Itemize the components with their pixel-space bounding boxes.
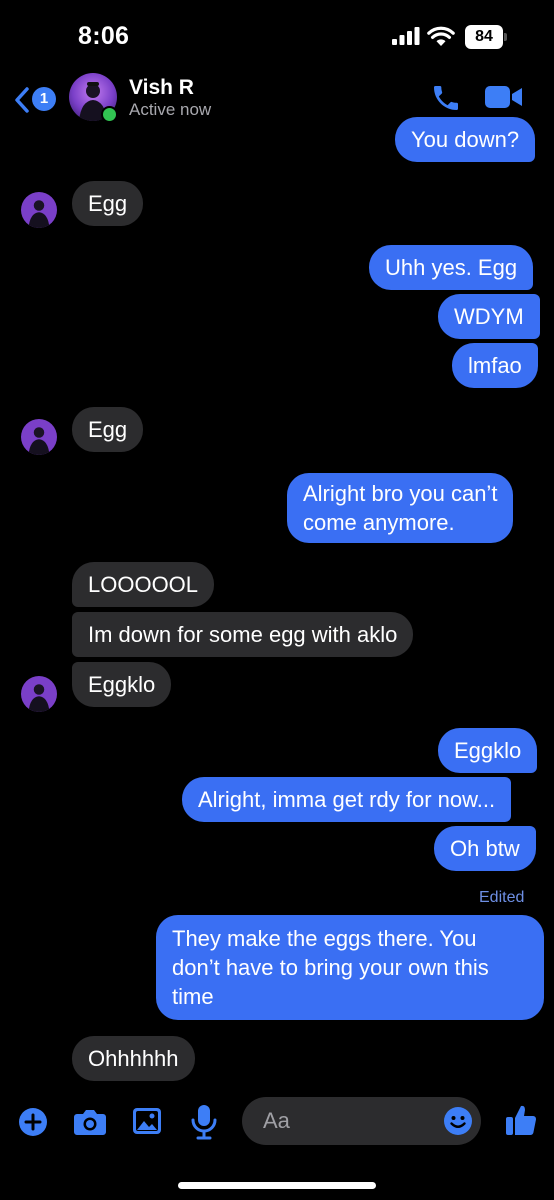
contact-avatar-small[interactable]	[21, 192, 57, 228]
unread-count-badge[interactable]: 1	[32, 87, 56, 111]
message-outgoing[interactable]: Uhh yes. Egg	[369, 245, 534, 290]
message-outgoing[interactable]: You down?	[395, 117, 536, 162]
contact-avatar-small[interactable]	[21, 676, 57, 712]
video-camera-icon[interactable]	[484, 84, 524, 110]
message-incoming[interactable]: LOOOOOL	[72, 562, 215, 607]
message-incoming[interactable]: Egg	[72, 407, 144, 452]
battery-indicator: 84	[465, 25, 503, 49]
message-input-placeholder[interactable]: Aa	[263, 1108, 290, 1134]
signal-icon	[392, 27, 420, 45]
contact-avatar-small[interactable]	[21, 419, 57, 455]
message-incoming[interactable]: Egg	[72, 181, 144, 226]
photo-icon[interactable]	[132, 1107, 162, 1135]
message-outgoing[interactable]: Oh btw	[434, 826, 536, 871]
online-status-dot	[101, 106, 118, 123]
message-incoming[interactable]: Eggklo	[72, 662, 172, 707]
microphone-icon[interactable]	[191, 1104, 217, 1140]
emoji-icon[interactable]	[443, 1106, 473, 1136]
battery-nub	[504, 33, 507, 41]
message-outgoing[interactable]: Eggklo	[438, 728, 538, 773]
message-outgoing[interactable]: They make the eggs there. You don’t have…	[156, 915, 544, 1020]
plus-icon[interactable]	[18, 1107, 48, 1137]
contact-active-status: Active now	[129, 100, 212, 119]
status-time: 8:06	[78, 22, 130, 50]
contact-name[interactable]: Vish R	[129, 76, 194, 100]
thumbs-up-icon[interactable]	[504, 1103, 538, 1137]
back-chevron-icon[interactable]	[14, 86, 30, 114]
message-incoming[interactable]: Im down for some egg with aklo	[72, 612, 414, 657]
message-outgoing[interactable]: WDYM	[438, 294, 540, 339]
edited-label: Edited	[479, 889, 525, 906]
message-outgoing[interactable]: lmfao	[452, 343, 538, 388]
wifi-icon	[427, 26, 455, 46]
phone-icon[interactable]	[430, 82, 462, 114]
home-indicator[interactable]	[178, 1182, 376, 1189]
camera-icon[interactable]	[73, 1107, 107, 1137]
message-outgoing[interactable]: Alright bro you can’t come anymore.	[287, 473, 514, 543]
message-outgoing[interactable]: Alright, imma get rdy for now...	[182, 777, 512, 822]
message-incoming[interactable]: Ohhhhhh	[72, 1036, 195, 1081]
